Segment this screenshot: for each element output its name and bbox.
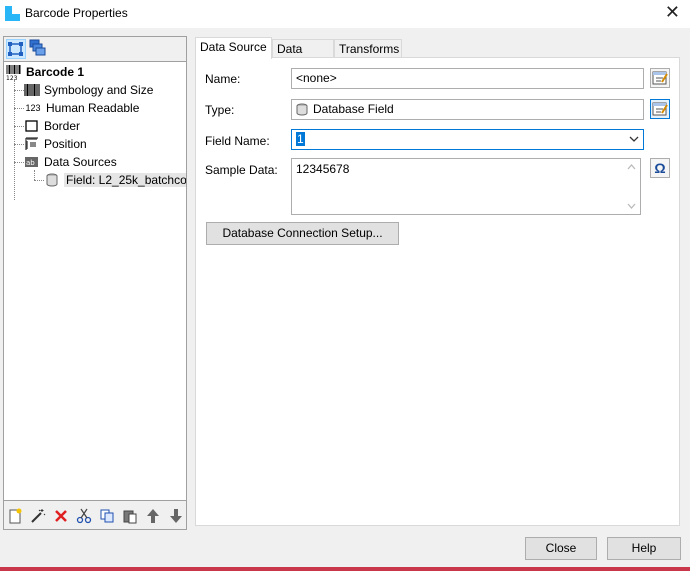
database-field-icon: [296, 103, 308, 116]
name-edit-button[interactable]: [650, 68, 670, 88]
database-connection-setup-button[interactable]: Database Connection Setup...: [206, 222, 399, 245]
insert-symbol-button[interactable]: Ω: [650, 158, 670, 178]
tab-transforms[interactable]: Transforms: [334, 39, 402, 58]
tree-item-label: Position: [44, 137, 87, 151]
edit-properties-icon: [652, 102, 668, 116]
tree-item-human-readable[interactable]: 123 Human Readable: [24, 99, 139, 117]
move-up-button[interactable]: [143, 506, 163, 526]
sample-data-value: 12345678: [296, 162, 350, 176]
data-source-panel: Name: <none> Type: Database Field Field …: [195, 57, 680, 526]
tree-item-border[interactable]: Border: [24, 117, 80, 135]
close-window-icon[interactable]: ✕: [665, 3, 680, 21]
tree-item-label: Border: [44, 119, 81, 133]
cut-icon: [76, 508, 92, 524]
tree-root-barcode[interactable]: 123 Barcode 1: [6, 63, 84, 81]
move-down-icon: [170, 509, 182, 523]
database-icon: [44, 172, 60, 188]
type-edit-button[interactable]: [650, 99, 670, 119]
field-name-label: Field Name:: [205, 134, 270, 148]
edit-properties-icon: [652, 71, 668, 85]
tree-view-button[interactable]: [6, 39, 26, 59]
new-icon: [9, 508, 22, 524]
copy-button[interactable]: [97, 506, 117, 526]
close-button[interactable]: Close: [525, 537, 597, 560]
tree-item-label: Data Sources: [44, 155, 117, 169]
tree-item-position[interactable]: Position: [24, 135, 87, 153]
cut-button[interactable]: [74, 506, 94, 526]
wand-button[interactable]: [28, 506, 48, 526]
tree-item-label: Symbology and Size: [44, 83, 154, 97]
digits-123-icon: 123: [25, 103, 41, 113]
tab-data-type[interactable]: Data Type: [272, 39, 334, 74]
field-name-select[interactable]: 1: [291, 129, 644, 150]
name-label: Name:: [205, 72, 241, 86]
type-label: Type:: [205, 103, 235, 117]
barcode-icon: [24, 82, 40, 98]
sample-data-textarea[interactable]: 12345678: [291, 158, 641, 215]
omega-icon: Ω: [654, 160, 666, 176]
move-up-icon: [147, 509, 159, 523]
paste-icon: [123, 510, 137, 524]
sample-data-label: Sample Data:: [205, 163, 278, 177]
delete-icon: [55, 510, 67, 522]
position-icon: [24, 136, 40, 152]
name-field[interactable]: <none>: [291, 68, 644, 89]
copy-icon: [100, 509, 114, 523]
move-down-button[interactable]: [166, 506, 186, 526]
tab-data-source[interactable]: Data Source: [195, 37, 272, 59]
paste-button[interactable]: [120, 506, 140, 526]
scroll-arrows-icon: [627, 164, 636, 209]
tree-view-icon: [8, 42, 23, 56]
field-name-value: 1: [296, 132, 305, 146]
type-field[interactable]: Database Field: [291, 99, 644, 120]
properties-tree: 123 Barcode 1 Symbology and Size 123 Hum…: [4, 61, 186, 501]
type-value: Database Field: [313, 102, 394, 116]
tree-root-label: Barcode 1: [26, 65, 85, 79]
window-bottom-edge: [0, 567, 690, 571]
wand-icon: [31, 509, 46, 523]
sample-data-scrollbar[interactable]: [623, 159, 640, 214]
tree-item-field[interactable]: Field: L2_25k_batchcod: [44, 171, 186, 189]
square-border-icon: [24, 118, 40, 134]
svg-text:ab: ab: [26, 159, 35, 167]
layers-icon: [29, 39, 46, 56]
layers-view-button[interactable]: [28, 39, 48, 59]
tree-toolbar: [4, 504, 186, 528]
left-panel: 123 Barcode 1 Symbology and Size 123 Hum…: [3, 36, 187, 530]
tree-item-data-sources[interactable]: ab Data Sources: [24, 153, 117, 171]
window-title: Barcode Properties: [25, 6, 128, 20]
barcode-root-icon: 123: [6, 64, 22, 80]
app-logo-icon: [5, 6, 20, 21]
new-button[interactable]: [5, 506, 25, 526]
title-bar: Barcode Properties ✕: [0, 0, 690, 28]
view-toolbar: [4, 37, 186, 61]
tree-item-symbology[interactable]: Symbology and Size: [24, 81, 153, 99]
help-button[interactable]: Help: [607, 537, 681, 560]
svg-text:123: 123: [6, 75, 18, 80]
chevron-down-icon[interactable]: [629, 133, 639, 148]
tree-item-label: Field: L2_25k_batchcod: [64, 173, 186, 187]
tree-item-label: Human Readable: [46, 101, 140, 115]
data-source-icon: ab: [24, 154, 40, 170]
delete-button[interactable]: [51, 506, 71, 526]
